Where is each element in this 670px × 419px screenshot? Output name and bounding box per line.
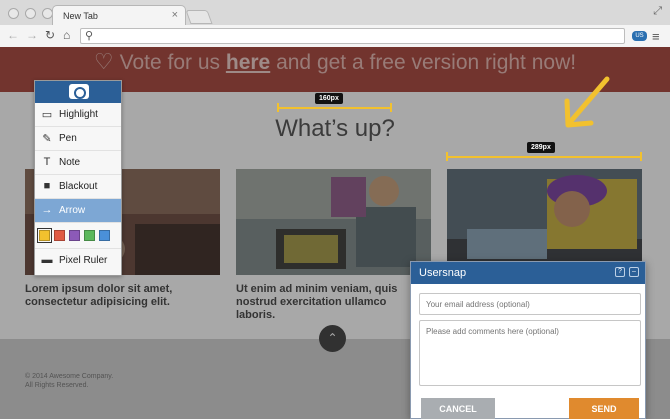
- color-swatch-green[interactable]: [84, 230, 95, 241]
- tool-label: Pen: [59, 133, 77, 144]
- reload-icon[interactable]: ↻: [45, 28, 55, 42]
- text-icon: T: [43, 156, 51, 168]
- color-swatches: [35, 223, 121, 249]
- usersnap-extension-icon[interactable]: US: [632, 31, 647, 41]
- annotation-arrow: [564, 76, 610, 128]
- help-icon[interactable]: ?: [615, 267, 625, 277]
- send-button[interactable]: SEND: [569, 398, 639, 419]
- email-field[interactable]: [419, 293, 641, 315]
- tool-label: Arrow: [59, 205, 86, 216]
- color-swatch-purple[interactable]: [69, 230, 80, 241]
- camera-icon: [69, 84, 89, 99]
- address-bar[interactable]: ⚲: [80, 28, 625, 44]
- usersnap-tools-panel: ▭ Highlight ✎ Pen T Note ■ Blackout → Ar…: [34, 80, 122, 276]
- minimize-window-button[interactable]: [25, 8, 36, 19]
- forward-icon[interactable]: →: [26, 28, 38, 42]
- tool-blackout[interactable]: ■ Blackout: [35, 175, 121, 199]
- ruler-tick-end: [640, 152, 642, 161]
- home-icon[interactable]: ⌂: [63, 28, 70, 42]
- tools-header: [35, 81, 121, 103]
- arrow-icon: →: [41, 204, 53, 216]
- browser-tab[interactable]: New Tab ×: [52, 5, 186, 25]
- ruler-line: [277, 107, 392, 109]
- browser-chrome: New Tab × ⤢ ← → ↻ ⌂ ⚲ US ≡: [0, 0, 670, 47]
- tool-pixel-ruler[interactable]: ▬ Pixel Ruler: [35, 249, 121, 273]
- minimize-icon[interactable]: –: [629, 267, 639, 277]
- pen-icon: ✎: [42, 133, 52, 145]
- tool-note[interactable]: T Note: [35, 151, 121, 175]
- tab-title: New Tab: [63, 11, 98, 21]
- color-swatch-blue[interactable]: [99, 230, 110, 241]
- new-tab-button[interactable]: [185, 10, 213, 24]
- web-page: ♡ Vote for us here and get a free version…: [0, 47, 670, 419]
- window-controls: [8, 8, 53, 19]
- ruler-label: 160px: [315, 93, 343, 104]
- browser-menu-icon[interactable]: ≡: [652, 29, 660, 44]
- color-swatch-red[interactable]: [54, 230, 65, 241]
- tool-highlight[interactable]: ▭ Highlight: [35, 103, 121, 127]
- blackout-icon: ■: [43, 180, 51, 192]
- ruler-tick-end: [390, 103, 392, 112]
- ruler-line: [446, 156, 642, 158]
- search-icon: ⚲: [85, 30, 94, 42]
- dialog-title: Usersnap: [419, 267, 467, 279]
- tab-close-icon[interactable]: ×: [172, 9, 178, 21]
- highlight-icon: ▭: [41, 109, 53, 121]
- usersnap-feedback-dialog: Usersnap ? – CANCEL SEND: [410, 261, 646, 419]
- color-swatch-yellow[interactable]: [37, 228, 52, 243]
- close-window-button[interactable]: [8, 8, 19, 19]
- fullscreen-icon[interactable]: ⤢: [653, 5, 662, 18]
- ruler-icon: ▬: [41, 254, 53, 266]
- tool-label: Blackout: [59, 181, 98, 192]
- comment-field[interactable]: [419, 320, 641, 386]
- cancel-button[interactable]: CANCEL: [421, 398, 495, 419]
- tool-pen[interactable]: ✎ Pen: [35, 127, 121, 151]
- tool-label: Highlight: [59, 109, 98, 120]
- tool-label: Pixel Ruler: [59, 255, 108, 266]
- ruler-label: 289px: [527, 142, 555, 153]
- back-icon[interactable]: ←: [7, 28, 19, 42]
- dialog-header: Usersnap ? –: [411, 262, 645, 284]
- tool-arrow[interactable]: → Arrow: [35, 199, 121, 223]
- tool-label: Note: [59, 157, 81, 168]
- browser-toolbar: ← → ↻ ⌂ ⚲ US ≡: [0, 25, 670, 47]
